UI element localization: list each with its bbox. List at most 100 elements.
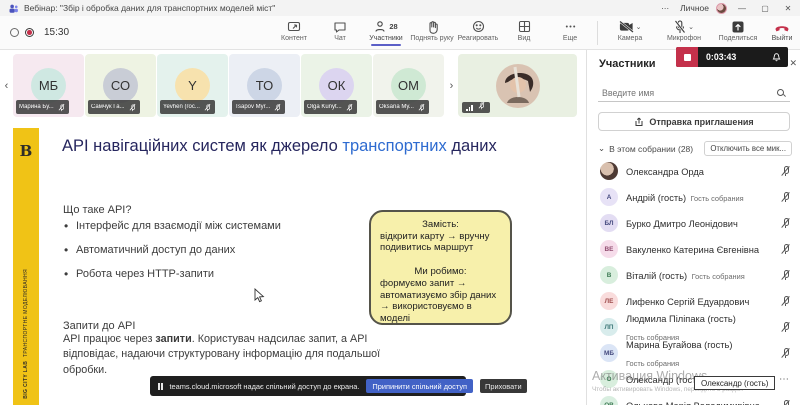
participants-count-badge: 28 — [389, 22, 397, 31]
shared-screen-slide: В BIG CITY LAB ТРАНСПОРТНЕ МОДЕЛЮВАННЯ A… — [0, 120, 586, 405]
avatar: ЛЕ — [600, 292, 618, 310]
tiles-scroll-right-icon[interactable]: › — [445, 80, 458, 92]
raise-hand-icon — [426, 19, 439, 34]
more-button[interactable]: Еще — [547, 19, 593, 42]
participants-list: Олександра Орда А Андрій (гость) Гость с… — [587, 158, 800, 405]
panel-close-icon[interactable]: ✕ — [789, 58, 797, 69]
close-button[interactable]: ✕ — [780, 4, 796, 13]
mic-muted-icon[interactable] — [781, 244, 790, 255]
chat-button[interactable]: Чат — [317, 19, 363, 42]
presenter-photo-avatar — [495, 63, 541, 109]
more-dots-icon — [564, 19, 577, 34]
mic-muted-icon[interactable] — [781, 192, 790, 203]
section-header[interactable]: ⌄ В этом собрании (28) — [598, 143, 693, 154]
titlebar-more-icon[interactable]: ⋯ — [657, 4, 673, 13]
hide-banner-button[interactable]: Приховати — [480, 379, 527, 393]
participant-more-icon[interactable]: ⋯ — [779, 374, 790, 385]
chat-icon — [333, 19, 347, 34]
maximize-button[interactable]: ▢ — [757, 4, 773, 13]
meeting-status-icon[interactable] — [10, 28, 19, 37]
brand-logo: В — [20, 142, 33, 160]
teams-logo-icon — [8, 3, 19, 14]
participant-row[interactable]: ОВ Ольхова Марія Володимирівна — [587, 392, 800, 405]
slide-heading: Що таке API? — [63, 204, 131, 216]
participant-row[interactable]: В Віталій (гость) Гость собрания — [587, 262, 800, 288]
mic-off-icon — [674, 20, 686, 34]
profile-label[interactable]: Личное — [680, 3, 709, 13]
callout-text: формуємо запит → автоматизуємо збір дани… — [380, 278, 501, 325]
avatar: О — [600, 370, 618, 388]
tile-name: Yevhen (гос... — [163, 104, 200, 110]
grid-view-icon — [518, 19, 531, 34]
avatar: ВЕ — [600, 240, 618, 258]
avatar: БЛ — [600, 214, 618, 232]
bullet-item: Робота через HTTP-запити — [63, 268, 293, 281]
video-tile[interactable]: ОК Olga Kunyt... — [301, 54, 372, 117]
avatar: ОК — [319, 68, 354, 103]
smiley-icon — [472, 19, 485, 34]
mic-muted-icon[interactable] — [781, 218, 790, 229]
mic-muted-icon — [58, 103, 64, 110]
mic-muted-icon[interactable] — [781, 296, 790, 307]
video-tile[interactable]: МБ Марина Бу... — [13, 54, 84, 117]
notification-bell-icon[interactable] — [772, 52, 781, 62]
mic-muted-icon — [346, 103, 352, 110]
tile-name: Tsapov Myr... — [235, 104, 270, 110]
mic-muted-icon[interactable] — [781, 348, 790, 359]
minimize-button[interactable]: — — [734, 4, 750, 13]
camera-button[interactable]: ⌄ Камера — [604, 19, 656, 42]
avatar: ТО — [247, 68, 282, 103]
mic-muted-icon — [129, 103, 135, 110]
participant-row[interactable]: А Андрій (гость) Гость собрания — [587, 184, 800, 210]
raise-hand-button[interactable]: Поднять руку — [409, 19, 455, 42]
screenshare-text: teams.cloud.microsoft надає спільний дос… — [170, 382, 360, 391]
participant-row[interactable]: Олександра Орда — [587, 158, 800, 184]
video-tile[interactable]: ТО Tsapov Myr... — [229, 54, 300, 117]
tiles-scroll-left-icon[interactable]: ‹ — [0, 80, 13, 92]
share-screen-button[interactable]: Поделиться — [712, 19, 764, 42]
participants-icon — [374, 20, 387, 33]
react-button[interactable]: Реагировать — [455, 19, 501, 42]
participant-row[interactable]: ВЕ Вакуленко Катерина Євгенівна — [587, 236, 800, 262]
video-tile[interactable]: ОМ Oksana My... — [373, 54, 444, 117]
callout-text: відкрити карту → вручну подивитись маршр… — [380, 231, 501, 254]
mic-muted-icon[interactable] — [781, 166, 790, 177]
view-button[interactable]: Вид — [501, 19, 547, 42]
share-screen-icon — [731, 19, 745, 34]
mic-muted-icon[interactable] — [781, 322, 790, 333]
avatar: ОВ — [600, 396, 618, 405]
profile-avatar[interactable] — [716, 3, 727, 14]
video-tile[interactable]: СО Самчук Га... — [85, 54, 156, 117]
content-button[interactable]: Контент — [271, 19, 317, 42]
avatar: ОМ — [391, 68, 426, 103]
participant-row[interactable]: БЛ Бурко Дмитро Леонідович — [587, 210, 800, 236]
stop-recording-button[interactable] — [676, 47, 698, 67]
pause-icon[interactable] — [158, 383, 163, 390]
participants-panel: Участники ✕ Отправка приглашения ⌄ В это… — [586, 50, 800, 405]
leave-button[interactable]: Выйти — [764, 19, 800, 42]
microphone-button[interactable]: ⌄ Микрофон — [656, 19, 712, 42]
mic-muted-icon[interactable] — [781, 270, 790, 281]
presenter-video-tile[interactable] — [458, 54, 577, 117]
mic-options-chevron-icon[interactable]: ⌄ — [688, 23, 694, 31]
panel-title: Участники — [599, 58, 656, 70]
bullet-item: Інтерфейс для взаємодії між системами — [63, 220, 293, 233]
section-chevron-icon: ⌄ — [598, 143, 605, 154]
participant-row[interactable]: МБ Марина Бугайова (гость) Гость собрани… — [587, 340, 800, 366]
participants-button[interactable]: 28 Участники — [363, 19, 409, 42]
mic-muted-icon[interactable] — [781, 400, 790, 405]
video-tile[interactable]: Y Yevhen (гос... — [157, 54, 228, 117]
mute-all-button[interactable]: Отключить все мик... — [704, 141, 792, 156]
mic-muted-icon — [478, 102, 484, 109]
search-input[interactable] — [598, 88, 776, 98]
tile-name: Oksana My... — [379, 104, 414, 110]
slide-title: API навігаційних систем як джерело транс… — [62, 137, 562, 156]
stop-sharing-button[interactable]: Припинити спільний доступ — [366, 379, 473, 393]
window-title: Вебінар: "Збір і обробка даних для транс… — [24, 3, 275, 13]
recording-indicator-icon — [25, 28, 34, 37]
mic-muted-icon — [418, 103, 424, 110]
search-field — [598, 84, 790, 102]
send-invite-button[interactable]: Отправка приглашения — [598, 112, 790, 131]
screenshare-banner: teams.cloud.microsoft надає спільний дос… — [150, 376, 466, 396]
camera-options-chevron-icon[interactable]: ⌄ — [636, 23, 642, 31]
